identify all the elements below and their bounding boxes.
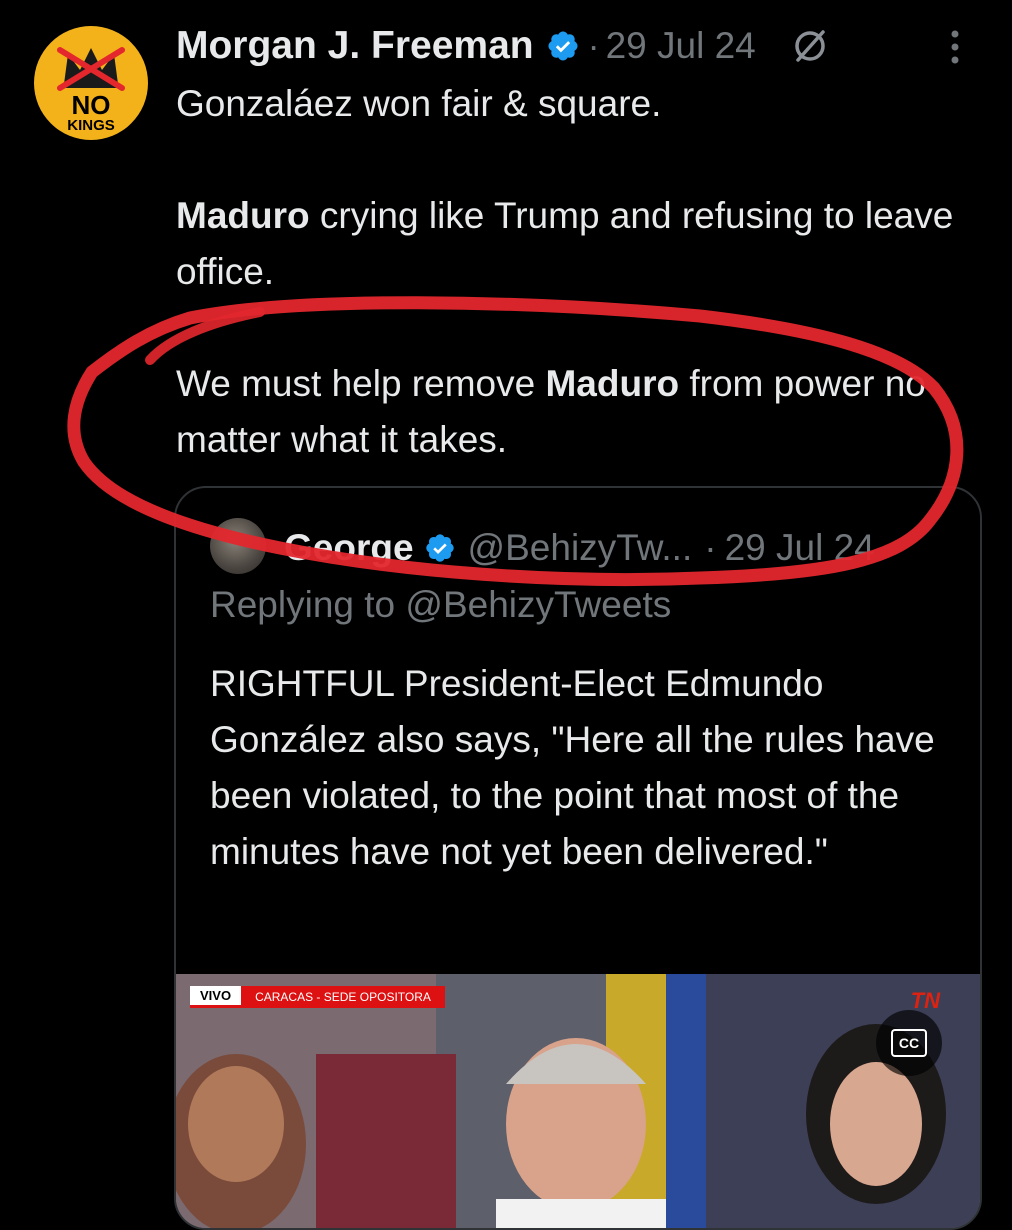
tweet-header: Morgan J. Freeman · 29 Jul 24 [176,18,830,74]
captions-button[interactable]: CC [876,1010,942,1076]
grok-icon[interactable] [790,26,830,66]
video-frame [176,974,980,1228]
closed-captions-icon: CC [891,1029,927,1057]
live-banner: VIVO CARACAS - SEDE OPOSITORA [190,986,445,1008]
live-label: VIVO [190,986,242,1008]
quoted-header-separator: · [704,527,717,568]
quoted-tweet-date[interactable]: 29 Jul 24 [725,527,875,569]
quoted-author-avatar[interactable] [210,518,266,574]
quoted-tweet-text: RIGHTFUL President-Elect Edmundo Gonzále… [210,663,935,872]
tweet-paragraph: Maduro crying like Trump and refusing to… [176,188,986,300]
quoted-author-handle[interactable]: @BehizyTw... [468,527,693,569]
avatar-text-kings: KINGS [67,117,115,134]
replying-to-label: Replying to @BehizyTweets [210,584,672,625]
tweet-text: Gonzaláez won fair & square. Maduro cryi… [176,76,986,468]
quoted-tweet-video[interactable]: VIVO CARACAS - SEDE OPOSITORA TN CC [176,974,980,1228]
tweet-text-run-bold: Maduro [176,195,310,236]
header-separator: · [587,25,600,66]
quoted-author-name[interactable]: George [284,527,414,569]
verified-badge-icon [425,534,454,562]
avatar-text-no: NO [71,90,111,120]
tweet-paragraph: We must help remove Maduro from power no… [176,356,986,468]
author-name[interactable]: Morgan J. Freeman [176,24,534,68]
quoted-tweet-header: George @BehizyTw... · 29 Jul 24 [284,520,875,576]
author-avatar[interactable]: NO KINGS [34,26,148,140]
tweet-text-run: We must help remove [176,363,546,404]
tweet-text-run: Gonzaláez won fair & square. [176,83,662,124]
location-label: CARACAS - SEDE OPOSITORA [241,986,445,1008]
verified-badge-icon [548,31,578,61]
quoted-tweet-card[interactable]: George @BehizyTw... · 29 Jul 24 Replying… [174,486,982,1230]
tweet-date[interactable]: 29 Jul 24 [606,25,756,67]
tweet-paragraph: Gonzaláez won fair & square. [176,76,986,132]
tweet-text-run-bold: Maduro [545,363,680,404]
more-options-icon[interactable] [940,26,970,68]
